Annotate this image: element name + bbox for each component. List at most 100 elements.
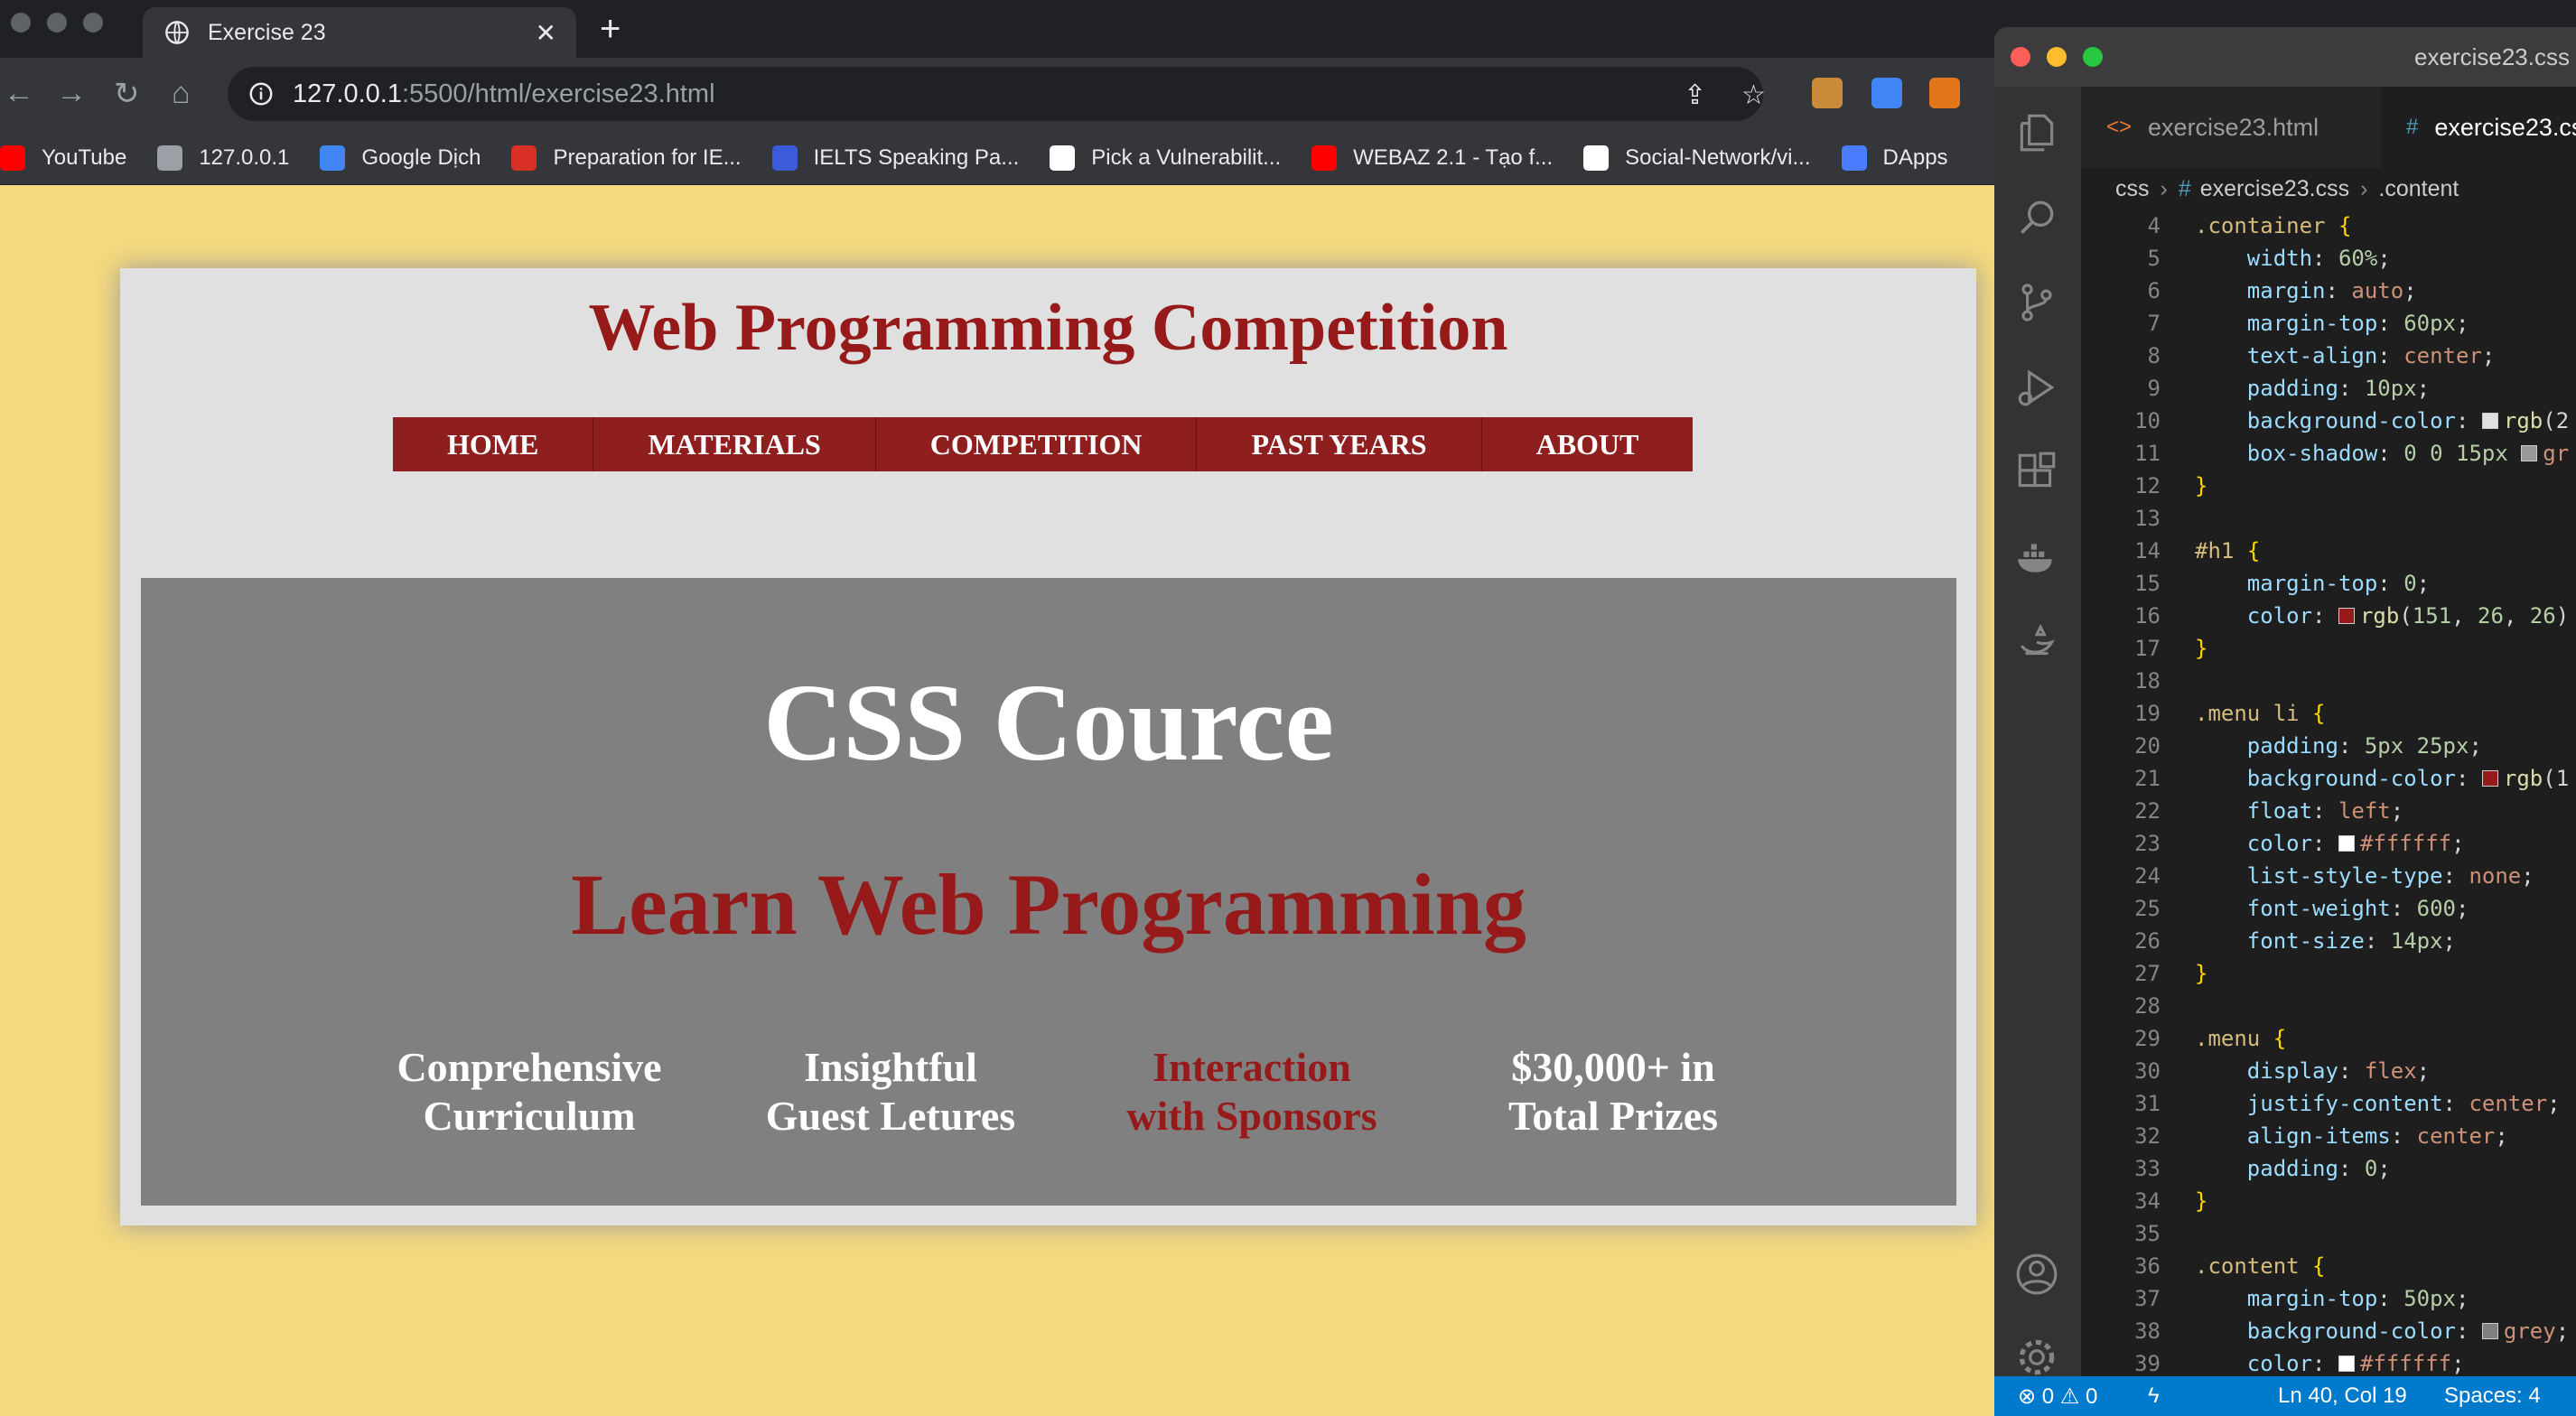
code-line[interactable]: 32 align-items: center; bbox=[2081, 1120, 2508, 1152]
code-line[interactable]: 11 box-shadow: 0 0 15px gr bbox=[2081, 437, 2569, 470]
code-line[interactable]: 16 color: rgb(151, 26, 26) bbox=[2081, 600, 2569, 632]
search-icon[interactable] bbox=[2014, 195, 2059, 240]
translate-extension-icon[interactable] bbox=[1871, 78, 1902, 108]
line-number: 25 bbox=[2134, 896, 2161, 921]
reload-icon[interactable]: ↻ bbox=[114, 76, 140, 112]
account-icon[interactable] bbox=[2014, 1252, 2059, 1297]
bookmark-item[interactable]: YouTube bbox=[0, 145, 126, 171]
problems-status[interactable]: ⊗ 0 ⚠ 0 bbox=[2018, 1383, 2097, 1410]
browser-tab[interactable]: Exercise 23 ✕ bbox=[143, 7, 576, 58]
code-line[interactable]: 25 font-weight: 600; bbox=[2081, 892, 2469, 925]
menu-item-home[interactable]: HOME bbox=[393, 417, 594, 471]
color-swatch[interactable] bbox=[2521, 445, 2538, 461]
cursor-position[interactable]: Ln 40, Col 19 bbox=[2278, 1383, 2407, 1409]
bookmark-item[interactable]: Google Dịch bbox=[320, 145, 481, 171]
forward-icon[interactable]: → bbox=[56, 76, 87, 111]
code-line[interactable]: 20 padding: 5px 25px; bbox=[2081, 730, 2482, 762]
cookie-extension-icon[interactable] bbox=[1812, 78, 1843, 108]
tab-exercise23-css[interactable]: # exercise23.css bbox=[2381, 87, 2576, 168]
bookmark-item[interactable]: IELTS Speaking Pa... bbox=[771, 145, 1019, 171]
home-icon[interactable]: ⌂ bbox=[172, 76, 191, 111]
metamask-extension-icon[interactable] bbox=[1929, 78, 1960, 108]
code-line[interactable]: 23 color: #ffffff; bbox=[2081, 827, 2464, 860]
bookmark-item[interactable]: Social-Network/vi... bbox=[1583, 145, 1811, 171]
menu-item-about[interactable]: ABOUT bbox=[1482, 417, 1694, 471]
color-swatch[interactable] bbox=[2481, 1323, 2498, 1339]
bookmark-item[interactable]: DApps bbox=[1841, 145, 1948, 171]
code-line[interactable]: 6 margin: auto; bbox=[2081, 275, 2417, 307]
code-line[interactable]: 26 font-size: 14px; bbox=[2081, 925, 2456, 957]
code-line[interactable]: 38 background-color: grey; bbox=[2081, 1315, 2569, 1347]
code-line[interactable]: 27} bbox=[2081, 957, 2207, 990]
explorer-icon[interactable] bbox=[2014, 110, 2059, 155]
menu-item-past-years[interactable]: PAST YEARS bbox=[1197, 417, 1482, 471]
code-line[interactable]: 34} bbox=[2081, 1185, 2207, 1217]
close-window-button[interactable] bbox=[2011, 47, 2030, 67]
minimize-window-button[interactable] bbox=[2047, 47, 2067, 67]
code-line[interactable]: 28 bbox=[2081, 990, 2195, 1022]
bookmark-star-icon[interactable]: ☆ bbox=[1741, 79, 1766, 111]
color-swatch[interactable] bbox=[2481, 413, 2498, 429]
gear-icon[interactable] bbox=[2014, 1335, 2059, 1380]
zoom-window-button[interactable] bbox=[83, 13, 103, 33]
code-area[interactable]: 4 .container {5 width: 60%; 6 margin: auto… bbox=[2081, 210, 2576, 1409]
bookmark-item[interactable]: WEBAZ 2.1 - Tạo f... bbox=[1311, 145, 1553, 171]
code-line[interactable]: 31 justify-content: center; bbox=[2081, 1087, 2561, 1120]
minimize-window-button[interactable] bbox=[47, 13, 67, 33]
info-icon[interactable] bbox=[247, 80, 275, 107]
code-text: padding: 5px 25px; bbox=[2246, 733, 2482, 759]
code-line[interactable]: 15 margin-top: 0; bbox=[2081, 567, 2430, 600]
new-tab-button[interactable]: + bbox=[600, 9, 621, 50]
code-line[interactable]: 14 #h1 { bbox=[2081, 535, 2260, 567]
zoom-window-button[interactable] bbox=[2083, 47, 2103, 67]
code-line[interactable]: 4 .container { bbox=[2081, 210, 2352, 242]
color-swatch[interactable] bbox=[2481, 770, 2498, 787]
color-swatch[interactable] bbox=[2338, 835, 2355, 852]
back-icon[interactable]: ← bbox=[4, 76, 34, 111]
chevron-right-icon: › bbox=[2160, 175, 2168, 201]
live-share-icon[interactable]: ϟ bbox=[2148, 1383, 2160, 1409]
code-line[interactable]: 39 color: #ffffff; bbox=[2081, 1347, 2464, 1380]
menu-item-materials[interactable]: MATERIALS bbox=[593, 417, 876, 471]
source-control-icon[interactable] bbox=[2014, 280, 2059, 325]
code-line[interactable]: 18 bbox=[2081, 665, 2195, 697]
code-line[interactable]: 22 float: left; bbox=[2081, 795, 2403, 827]
menu-item-competition[interactable]: COMPETITION bbox=[876, 417, 1198, 471]
close-window-button[interactable] bbox=[11, 13, 31, 33]
code-line[interactable]: 17} bbox=[2081, 632, 2207, 665]
docker-icon[interactable] bbox=[2014, 535, 2059, 580]
indentation-status[interactable]: Spaces: 4 bbox=[2444, 1383, 2541, 1409]
color-swatch[interactable] bbox=[2338, 1355, 2355, 1372]
code-line[interactable]: 19 .menu li { bbox=[2081, 697, 2325, 730]
lamp-icon[interactable] bbox=[2014, 620, 2059, 665]
bookmark-item[interactable]: 127.0.0.1 bbox=[157, 145, 289, 171]
run-debug-icon[interactable] bbox=[2014, 365, 2059, 410]
code-line[interactable]: 9 padding: 10px; bbox=[2081, 372, 2431, 405]
code-line[interactable]: 12} bbox=[2081, 470, 2207, 502]
code-line[interactable]: 37 margin-top: 50px; bbox=[2081, 1282, 2469, 1315]
color-swatch[interactable] bbox=[2338, 608, 2355, 624]
share-icon[interactable]: ⇪ bbox=[1684, 79, 1706, 111]
code-line[interactable]: 36 .content { bbox=[2081, 1250, 2325, 1282]
extensions-icon[interactable] bbox=[2014, 450, 2059, 495]
code-line[interactable]: 24 list-style-type: none; bbox=[2081, 860, 2534, 892]
bookmark-item[interactable]: Preparation for IE... bbox=[511, 145, 742, 171]
browser-window: Exercise 23 ✕ + ← → ↻ ⌂ 127.0.0.1:5500/h… bbox=[0, 0, 2576, 1416]
code-line[interactable]: 21 background-color: rgb(1 bbox=[2081, 762, 2569, 795]
code-line[interactable]: 8 text-align: center; bbox=[2081, 340, 2496, 372]
code-line[interactable]: 13 bbox=[2081, 502, 2195, 535]
code-line[interactable]: 30 display: flex; bbox=[2081, 1055, 2430, 1087]
code-line[interactable]: 7 margin-top: 60px; bbox=[2081, 307, 2469, 340]
close-tab-icon[interactable]: ✕ bbox=[536, 18, 556, 48]
tab-exercise23-html[interactable]: <> exercise23.html bbox=[2081, 87, 2381, 168]
code-line[interactable]: 5 width: 60%; bbox=[2081, 242, 2391, 275]
breadcrumb-folder[interactable]: css bbox=[2115, 176, 2150, 202]
address-bar[interactable]: 127.0.0.1:5500/html/exercise23.html ⇪ ☆ bbox=[228, 67, 1766, 121]
bookmark-item[interactable]: Pick a Vulnerabilit... bbox=[1050, 145, 1281, 171]
breadcrumb-file[interactable]: exercise23.css bbox=[2200, 176, 2349, 202]
code-line[interactable]: 29 .menu { bbox=[2081, 1022, 2286, 1055]
code-line[interactable]: 35 bbox=[2081, 1217, 2195, 1250]
breadcrumb-symbol[interactable]: .content bbox=[2378, 176, 2459, 202]
code-line[interactable]: 33 padding: 0; bbox=[2081, 1152, 2391, 1185]
code-line[interactable]: 10 background-color: rgb(2 bbox=[2081, 405, 2569, 437]
